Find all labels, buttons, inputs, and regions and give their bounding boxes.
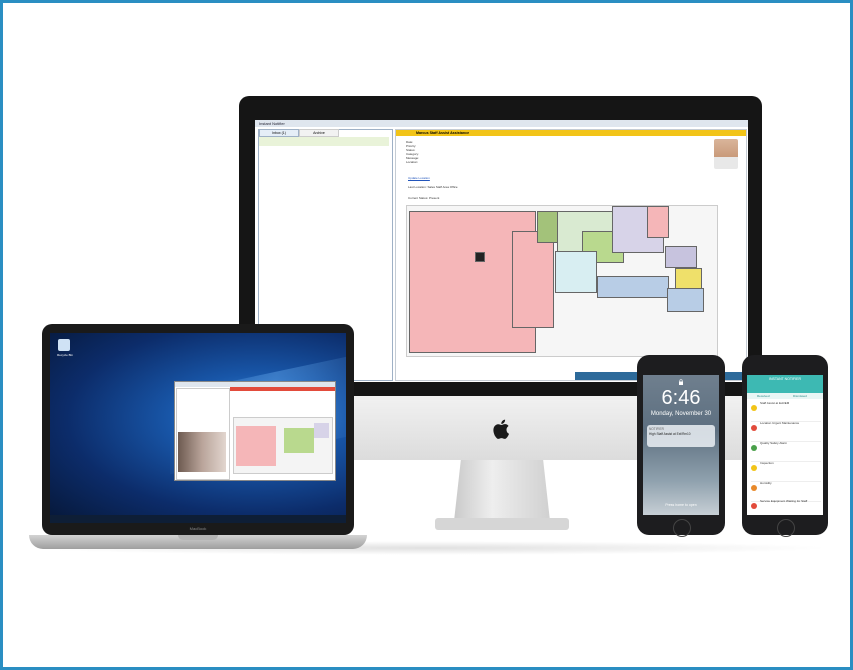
lock-date: Monday, November 30 [650, 411, 712, 417]
status-dot-icon [751, 503, 757, 509]
mini-zone-lavender [314, 423, 329, 438]
list-item[interactable]: Inspection [751, 461, 821, 482]
list-item[interactable]: Quality Safety Alarm [751, 441, 821, 462]
alert-list-item[interactable] [259, 137, 389, 146]
home-button[interactable] [673, 519, 691, 537]
list-item[interactable]: Location Urgent Maintenance [751, 421, 821, 442]
list-item-title: Quality Safety Alarm [760, 441, 788, 445]
list-item-title: Humidity [760, 481, 772, 485]
list-item-title: Staff Assist at Exit/EM [760, 401, 790, 405]
list-item-title: Inspection [760, 461, 774, 465]
mini-zone-green [284, 428, 314, 453]
list-item-title: Location Urgent Maintenance [760, 421, 800, 425]
mini-zone-red [236, 426, 276, 466]
home-button[interactable] [777, 519, 795, 537]
status-dot-icon [751, 485, 757, 491]
camera-feed-image [178, 432, 226, 472]
notif-text: High Staff Assist at Ext/Rm10 [649, 431, 691, 436]
outer-frame: Instant Notifier Inbox (1) Archive Marcu… [0, 0, 853, 670]
app-titlebar: Instant Notifier [255, 120, 748, 127]
imac-stand-foot [435, 518, 569, 530]
floor-zone-green [537, 211, 559, 243]
list-item-title: Service Equipment Waiting for Staff [760, 499, 808, 503]
lock-notification[interactable]: NOTIFIER High Staff Assist at Ext/Rm10 [647, 425, 715, 447]
macbook-label: MacBook [189, 526, 207, 531]
floor-zone-lightblue [555, 251, 597, 293]
tab-inbox[interactable]: Inbox (1) [259, 129, 299, 137]
lock-time: 6:46 [661, 387, 701, 409]
laptop-notch [178, 535, 218, 540]
alert-detail-pane: Marcus Staff Assist Assistance Date: Pri… [395, 129, 747, 381]
floor-zone-yellow [675, 268, 702, 290]
tab-dismissed[interactable]: Dismissed [793, 393, 807, 399]
phone-lock-screen: 6:46 Monday, November 30 NOTIFIER High S… [643, 375, 719, 515]
status-dot-icon [751, 405, 757, 411]
laptop-taskbar [50, 515, 346, 523]
floor-zone-red-3 [647, 206, 669, 238]
window-floor-plan [233, 417, 333, 474]
laptop-screen: Recycle Bin [50, 333, 346, 523]
tab-received[interactable]: Received [757, 393, 770, 399]
update-location-link[interactable]: Update Location [408, 176, 430, 180]
list-item[interactable]: Staff Assist at Exit/EM [751, 401, 821, 422]
status-dot-icon [751, 465, 757, 471]
floor-zone-red-2 [512, 231, 554, 328]
tab-archive[interactable]: Archive [299, 129, 339, 137]
floor-plan-map[interactable] [406, 205, 718, 357]
desktop-icon-label: Recycle Bin [57, 353, 73, 357]
alert-title: Marcus Staff Assist Assistance [396, 130, 746, 136]
avatar [714, 139, 738, 169]
window-alert-bar [230, 387, 335, 391]
floor-zone-blue [597, 276, 669, 298]
unlock-hint: Press home to open [665, 503, 697, 507]
floor-zone-purple [665, 246, 697, 268]
notifier-window[interactable] [174, 381, 336, 481]
apple-logo-icon [493, 419, 509, 439]
recycle-bin-icon[interactable] [58, 339, 70, 351]
phone-app-screen: INSTANT NOTIFIER Received Dismissed Staf… [747, 375, 823, 515]
info-location: Location: [406, 160, 419, 164]
list-item[interactable]: Service Equipment Waiting for Staff [751, 499, 821, 515]
floor-zone-blue-2 [667, 288, 704, 312]
status-dot-icon [751, 445, 757, 451]
app-header: INSTANT NOTIFIER [747, 375, 823, 393]
app-tabs: Received Dismissed [747, 393, 823, 399]
alert-info: Date: Priority: Status: Category: Messag… [406, 140, 496, 164]
status-dot-icon [751, 425, 757, 431]
lock-icon [679, 379, 683, 385]
last-location: Last Location: Sales Staff Area Office [408, 185, 458, 189]
current-status: Current Status: Present [408, 196, 440, 200]
person-marker-icon[interactable] [475, 252, 485, 262]
